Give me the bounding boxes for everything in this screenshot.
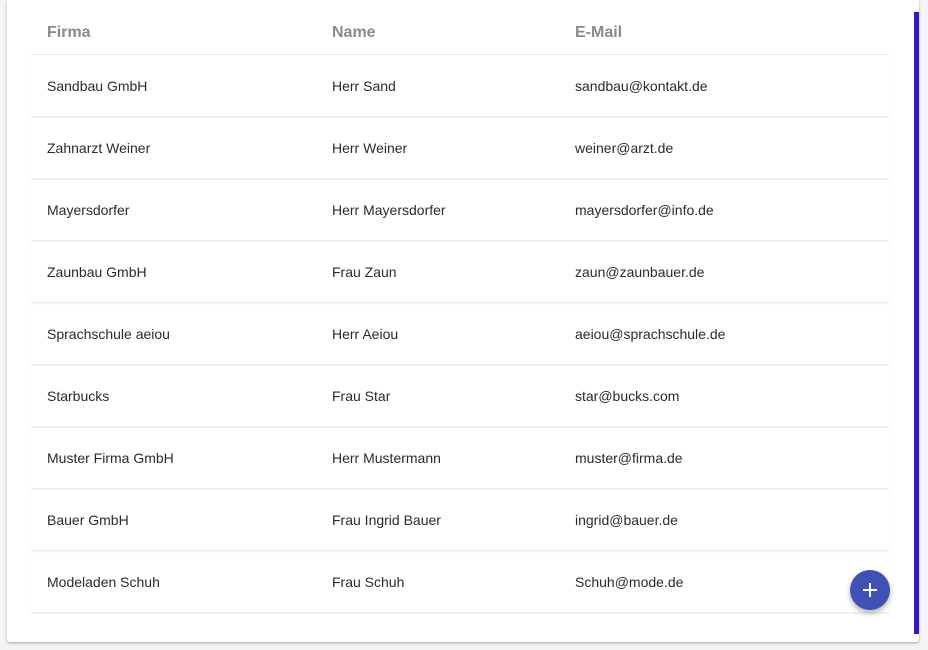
column-header-firma[interactable]: Firma [47, 12, 91, 54]
cell-name: Herr Aeiou [332, 325, 399, 342]
cell-firma: Sandbau GmbH [47, 77, 148, 94]
cell-email: star@bucks.com [575, 387, 680, 404]
table-row[interactable]: Zahnarzt Weiner Herr Weiner weiner@arzt.… [31, 117, 889, 179]
cell-firma: Starbucks [47, 387, 110, 404]
cell-email: muster@firma.de [575, 449, 683, 466]
contacts-card: Firma Name E-Mail Sandbau GmbH Herr Sand… [7, 0, 919, 642]
cell-firma: Mayersdorfer [47, 201, 130, 218]
cell-name: Herr Weiner [332, 139, 408, 156]
add-contact-button[interactable] [850, 570, 890, 610]
cell-firma: Zaunbau GmbH [47, 263, 147, 280]
column-header-email[interactable]: E-Mail [575, 12, 622, 54]
table-row[interactable]: Modeladen Schuh Frau Schuh Schuh@mode.de [31, 551, 889, 613]
cell-name: Frau Ingrid Bauer [332, 511, 441, 528]
cell-name: Herr Sand [332, 77, 396, 94]
cell-name: Frau Schuh [332, 573, 405, 590]
cell-email: weiner@arzt.de [575, 139, 674, 156]
plus-icon [863, 583, 877, 597]
cell-firma: Bauer GmbH [47, 511, 129, 528]
table-row[interactable]: Sprachschule aeiou Herr Aeiou aeiou@spra… [31, 303, 889, 365]
cell-name: Frau Zaun [332, 263, 397, 280]
cell-name: Herr Mayersdorfer [332, 201, 446, 218]
table-row[interactable]: Mayersdorfer Herr Mayersdorfer mayersdor… [31, 179, 889, 241]
table-row[interactable]: Zaunbau GmbH Frau Zaun zaun@zaunbauer.de [31, 241, 889, 303]
cell-name: Frau Star [332, 387, 391, 404]
column-header-name[interactable]: Name [332, 12, 376, 54]
cell-email: sandbau@kontakt.de [575, 77, 708, 94]
table-row[interactable]: Bauer GmbH Frau Ingrid Bauer ingrid@baue… [31, 489, 889, 551]
cell-email: aeiou@sprachschule.de [575, 325, 726, 342]
table-header: Firma Name E-Mail [31, 12, 889, 55]
contacts-table: Firma Name E-Mail Sandbau GmbH Herr Sand… [31, 12, 889, 613]
table-row[interactable]: Sandbau GmbH Herr Sand sandbau@kontakt.d… [31, 55, 889, 117]
table-row[interactable]: Starbucks Frau Star star@bucks.com [31, 365, 889, 427]
cell-firma: Modeladen Schuh [47, 573, 160, 590]
cell-email: Schuh@mode.de [575, 573, 684, 590]
cell-email: zaun@zaunbauer.de [575, 263, 705, 280]
cell-firma: Zahnarzt Weiner [47, 139, 151, 156]
cell-email: mayersdorfer@info.de [575, 201, 714, 218]
cell-firma: Sprachschule aeiou [47, 325, 170, 342]
cell-email: ingrid@bauer.de [575, 511, 678, 528]
cell-firma: Muster Firma GmbH [47, 449, 174, 466]
table-row[interactable]: Muster Firma GmbH Herr Mustermann muster… [31, 427, 889, 489]
cell-name: Herr Mustermann [332, 449, 441, 466]
accent-bar [914, 12, 919, 634]
